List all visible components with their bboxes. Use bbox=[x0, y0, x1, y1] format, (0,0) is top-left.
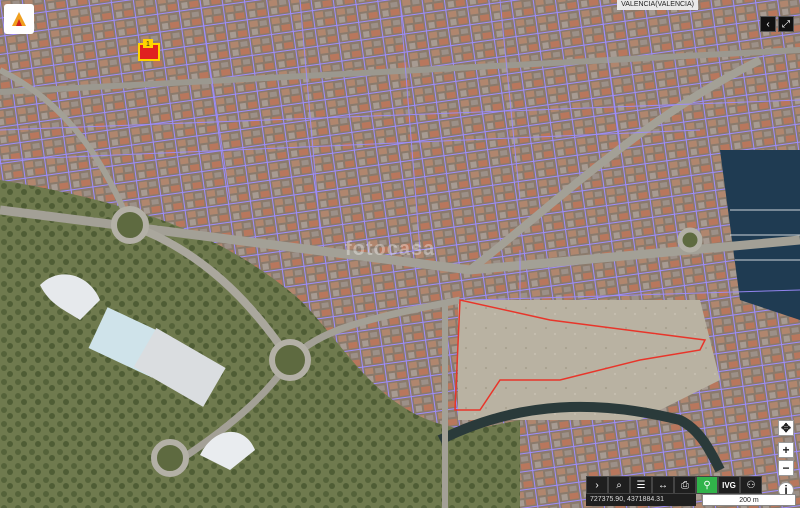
scale-bar: 200 m bbox=[702, 494, 796, 506]
pan-icon[interactable]: ✥ bbox=[778, 420, 794, 436]
app-logo[interactable] bbox=[4, 4, 34, 34]
collapse-left-icon[interactable]: ‹ bbox=[760, 16, 776, 32]
zoom-controls: ✥ + − i bbox=[778, 420, 794, 498]
expand-toolbar-icon[interactable]: › bbox=[586, 476, 608, 494]
location-icon[interactable]: ⚲ bbox=[696, 476, 718, 494]
watermark: fotocasa bbox=[345, 238, 436, 260]
search-icon[interactable]: ⌕ bbox=[608, 476, 630, 494]
marker-number: 1 bbox=[146, 41, 150, 48]
measure-icon[interactable]: ↔ bbox=[652, 476, 674, 494]
coordinates-readout: 727375.90, 4371884.31 bbox=[586, 494, 696, 506]
layers-icon[interactable]: ☰ bbox=[630, 476, 652, 494]
property-marker[interactable]: 1 bbox=[137, 38, 161, 62]
location-label: VALENCIA(VALENCIA) bbox=[617, 0, 698, 10]
zoom-out-icon[interactable]: − bbox=[778, 460, 794, 476]
logo-icon bbox=[12, 12, 26, 26]
map-toolbar: › ⌕ ☰ ↔ ⎙ ⚲ IVG ⚇ bbox=[586, 476, 762, 494]
print-icon[interactable]: ⎙ bbox=[674, 476, 696, 494]
ivg-button[interactable]: IVG bbox=[718, 476, 740, 494]
top-right-controls: ‹ ⤢ bbox=[760, 16, 794, 32]
expand-icon[interactable]: ⤢ bbox=[778, 16, 794, 32]
status-bar: 727375.90, 4371884.31 200 m bbox=[586, 494, 796, 506]
share-icon[interactable]: ⚇ bbox=[740, 476, 762, 494]
zoom-in-icon[interactable]: + bbox=[778, 442, 794, 458]
